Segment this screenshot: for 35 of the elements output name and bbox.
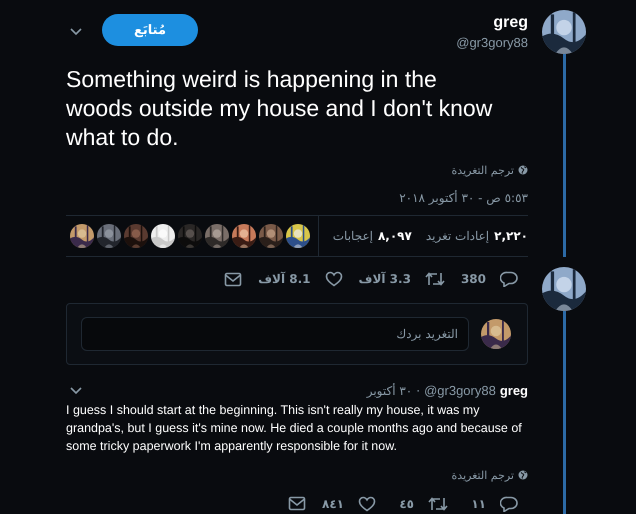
chevron-down-icon[interactable] — [70, 386, 82, 395]
stat-label[interactable]: إعادات تغريد — [426, 229, 490, 244]
retweet-icon[interactable] — [428, 496, 448, 512]
envelope-icon[interactable] — [224, 272, 242, 287]
following-button[interactable]: مُتابَع — [102, 14, 198, 46]
retweet-icon[interactable] — [424, 271, 445, 288]
separator-dot: · — [416, 384, 420, 398]
chevron-down-icon[interactable] — [70, 28, 82, 36]
globe-icon — [518, 165, 528, 176]
envelope-icon[interactable] — [288, 496, 306, 512]
author-name[interactable]: greg — [493, 14, 528, 32]
stat-count[interactable]: ٨,٠٩٧ — [378, 229, 412, 244]
reply-count: ١١ — [470, 496, 486, 511]
retweet-count: 3.3 آلاف — [358, 272, 411, 286]
reply-icon[interactable] — [500, 271, 518, 288]
author-handle[interactable]: @gr3gory88 — [424, 383, 496, 398]
stat-label[interactable]: إعجابات — [332, 229, 373, 244]
translate-link[interactable]: ترجم التغريدة — [452, 164, 514, 177]
reply-count: 380 — [460, 272, 486, 286]
retweet-count: ٤٥ — [398, 496, 414, 511]
author-name[interactable]: greg — [500, 383, 528, 398]
reply-input-field[interactable]: التغريد بردك — [81, 316, 469, 351]
tweet-text: Something weird is happening in the woods outside my house and I don't know what to do. — [66, 64, 494, 152]
translate-link[interactable]: ترجم التغريدة — [452, 468, 514, 482]
globe-icon — [518, 470, 528, 480]
like-count: ٨٤١ — [322, 496, 344, 511]
stat-count[interactable]: ٢,٢٢٠ — [494, 229, 528, 244]
reply-text: I guess I should start at the beginning. This isn't really my house, it was my grandpa's, but I guess it's mine now. He died a couple months ago and because of some tricky paperwork I'm apparently responsible for it now. — [66, 402, 523, 455]
reply-icon[interactable] — [500, 496, 518, 512]
heart-icon[interactable] — [324, 271, 342, 288]
heart-icon[interactable] — [358, 496, 376, 512]
author-handle[interactable]: @gr3gory88 — [456, 35, 528, 50]
tweet-timestamp: ٥:٥٣ ص - ٣٠ أكتوبر ٢٠١٨ — [398, 190, 528, 205]
like-count: 8.1 آلاف — [258, 272, 310, 286]
reply-date[interactable]: ٣٠ أكتوبر — [366, 384, 412, 398]
